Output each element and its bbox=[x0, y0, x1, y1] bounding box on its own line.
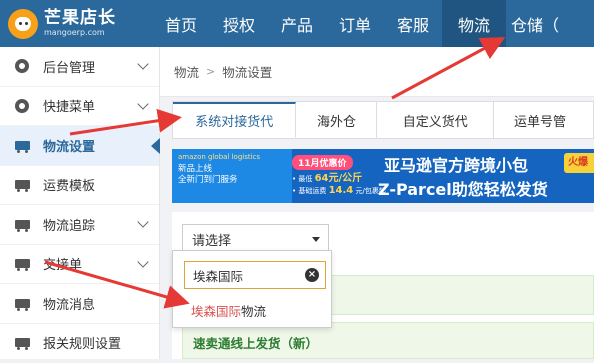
sidebar-item-label: 报关规则设置 bbox=[43, 333, 121, 352]
sidebar-item-label: 快捷菜单 bbox=[43, 96, 95, 115]
forwarder-dropdown: × 埃森国际物流 bbox=[172, 250, 332, 328]
promo-price2: 14.4 bbox=[329, 185, 354, 196]
promo-price1: 64元/公斤 bbox=[315, 173, 363, 184]
dropdown-option[interactable]: 埃森国际物流 bbox=[191, 301, 266, 320]
clear-icon[interactable]: × bbox=[305, 268, 319, 282]
banner-promo: 11月优惠价 • 最低 64元/公斤 • 基础运费 14.4 元/包裹起 bbox=[292, 155, 372, 199]
truck-icon bbox=[14, 217, 30, 231]
nav-products[interactable]: 产品 bbox=[268, 0, 326, 47]
option-highlight: 埃森国际 bbox=[191, 304, 241, 319]
nav-auth[interactable]: 授权 bbox=[210, 0, 268, 47]
mango-logo-icon bbox=[8, 9, 38, 39]
tab-tracking-number[interactable]: 运单号管 bbox=[494, 102, 593, 138]
tab-overseas-warehouse[interactable]: 海外仓 bbox=[296, 102, 377, 138]
chevron-down-icon bbox=[137, 58, 148, 69]
nav-orders[interactable]: 订单 bbox=[326, 0, 384, 47]
banner-line2: 全新门到门服务 bbox=[178, 175, 292, 186]
logistics-tabs: 系统对接货代 海外仓 自定义货代 运单号管 bbox=[172, 101, 594, 139]
sidebar-item-label: 物流设置 bbox=[43, 136, 95, 155]
sidebar-item-handover[interactable]: 交接单 bbox=[0, 245, 159, 285]
dropdown-search[interactable]: × bbox=[184, 261, 326, 289]
promo-line1-prefix: • 最低 bbox=[292, 175, 312, 183]
nav-logistics[interactable]: 物流 bbox=[442, 0, 506, 47]
nav-home[interactable]: 首页 bbox=[152, 0, 210, 47]
forwarder-row-label[interactable]: 速卖通线上发货（新） bbox=[193, 333, 318, 352]
nav-warehouse[interactable]: 仓储（ bbox=[506, 0, 564, 47]
sidebar-item-label: 物流追踪 bbox=[43, 215, 95, 234]
logo-subtitle: mangoerp.com bbox=[44, 29, 116, 37]
gear-icon bbox=[14, 59, 30, 73]
sidebar-item-tracking[interactable]: 物流追踪 bbox=[0, 205, 159, 245]
caret-down-icon bbox=[312, 237, 320, 242]
main-nav: 首页 授权 产品 订单 客服 物流 仓储（ bbox=[152, 0, 564, 47]
chevron-down-icon bbox=[137, 216, 148, 227]
sidebar-item-customs-rules[interactable]: 报关规则设置 bbox=[0, 324, 159, 363]
sidebar: 后台管理 快捷菜单 物流设置 运费模板 物流追踪 交接单 物流消息 报关规则设置 bbox=[0, 47, 160, 359]
breadcrumb-current: 物流设置 bbox=[222, 62, 272, 81]
truck-icon bbox=[14, 296, 30, 310]
banner-brand: amazon global logistics bbox=[178, 153, 292, 161]
promo-line2-prefix: • 基础运费 bbox=[292, 187, 326, 195]
sidebar-item-label: 物流消息 bbox=[43, 294, 95, 313]
breadcrumb: 物流 > 物流设置 bbox=[160, 47, 594, 97]
banner-line1: 新品上线 bbox=[178, 164, 292, 175]
sidebar-item-shipping-template[interactable]: 运费模板 bbox=[0, 166, 159, 206]
sidebar-item-label: 交接单 bbox=[43, 254, 82, 273]
banner-title: 亚马逊官方跨境小包 bbox=[384, 152, 528, 176]
sidebar-item-admin[interactable]: 后台管理 bbox=[0, 47, 159, 87]
truck-icon bbox=[14, 178, 30, 192]
sidebar-item-label: 后台管理 bbox=[43, 57, 95, 76]
top-navbar: 芒果店长 mangoerp.com 首页 授权 产品 订单 客服 物流 仓储（ bbox=[0, 0, 594, 47]
nav-customer-service[interactable]: 客服 bbox=[384, 0, 442, 47]
truck-icon bbox=[14, 336, 30, 350]
sidebar-item-messages[interactable]: 物流消息 bbox=[0, 284, 159, 324]
breadcrumb-separator: > bbox=[206, 65, 215, 78]
promo-tag: 11月优惠价 bbox=[292, 155, 353, 170]
select-value: 请选择 bbox=[192, 230, 231, 249]
tab-system-forwarder[interactable]: 系统对接货代 bbox=[173, 102, 296, 138]
sidebar-item-label: 运费模板 bbox=[43, 175, 95, 194]
banner-corner-tag: 火爆 bbox=[564, 153, 594, 173]
shortcut-icon bbox=[14, 99, 30, 113]
promo-banner[interactable]: amazon global logistics 新品上线 全新门到门服务 11月… bbox=[172, 149, 594, 203]
chevron-down-icon bbox=[137, 256, 148, 267]
truck-icon bbox=[14, 138, 30, 152]
breadcrumb-root[interactable]: 物流 bbox=[174, 62, 199, 81]
tab-custom-forwarder[interactable]: 自定义货代 bbox=[377, 102, 494, 138]
banner-left: amazon global logistics 新品上线 全新门到门服务 bbox=[172, 149, 292, 203]
truck-icon bbox=[14, 257, 30, 271]
logo[interactable]: 芒果店长 mangoerp.com bbox=[0, 0, 160, 47]
chevron-down-icon bbox=[137, 98, 148, 109]
option-rest: 物流 bbox=[241, 304, 266, 319]
banner-subtitle: Z-Parcel助您轻松发货 bbox=[378, 176, 548, 200]
dropdown-search-input[interactable] bbox=[193, 268, 298, 283]
logo-name: 芒果店长 bbox=[44, 10, 116, 27]
sidebar-item-shortcuts[interactable]: 快捷菜单 bbox=[0, 87, 159, 127]
sidebar-item-logistics-settings[interactable]: 物流设置 bbox=[0, 126, 159, 166]
